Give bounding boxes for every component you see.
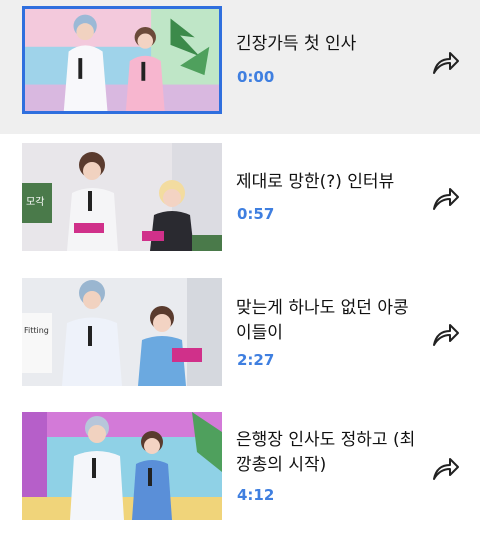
video-list-item[interactable]: 긴장가득 첫 인사 0:00 <box>0 0 480 134</box>
video-thumbnail[interactable]: 모각 <box>22 143 222 251</box>
video-duration: 0:57 <box>237 205 275 223</box>
video-thumbnail[interactable]: Fitting <box>22 278 222 386</box>
video-thumbnail[interactable] <box>22 412 222 520</box>
video-duration: 4:12 <box>237 486 275 504</box>
video-duration: 2:27 <box>237 351 275 369</box>
video-title[interactable]: 은행장 인사도 정하고 (최깡총의 시작) <box>236 428 416 478</box>
video-title[interactable]: 맞는게 하나도 없던 아콩이들이 <box>236 296 416 346</box>
share-arrow-icon[interactable] <box>432 50 460 76</box>
video-list-item[interactable]: 모각 제대로 망한(?) 인터뷰 0:57 <box>0 134 480 268</box>
video-list: 긴장가득 첫 인사 0:00 모각 제대로 망한(?) 인터뷰 0:57 Fit… <box>0 0 480 536</box>
video-list-item[interactable]: Fitting 맞는게 하나도 없던 아콩이들이 2:27 <box>0 268 480 402</box>
video-title[interactable]: 제대로 망한(?) 인터뷰 <box>236 170 416 195</box>
video-thumbnail[interactable] <box>22 6 222 114</box>
share-arrow-icon[interactable] <box>432 186 460 212</box>
svg-text:Fitting: Fitting <box>24 326 49 335</box>
share-arrow-icon[interactable] <box>432 456 460 482</box>
video-list-item[interactable]: 은행장 인사도 정하고 (최깡총의 시작) 4:12 <box>0 402 480 536</box>
svg-text:모각: 모각 <box>26 196 44 208</box>
video-title[interactable]: 긴장가득 첫 인사 <box>236 32 416 57</box>
video-duration: 0:00 <box>237 68 275 86</box>
share-arrow-icon[interactable] <box>432 322 460 348</box>
